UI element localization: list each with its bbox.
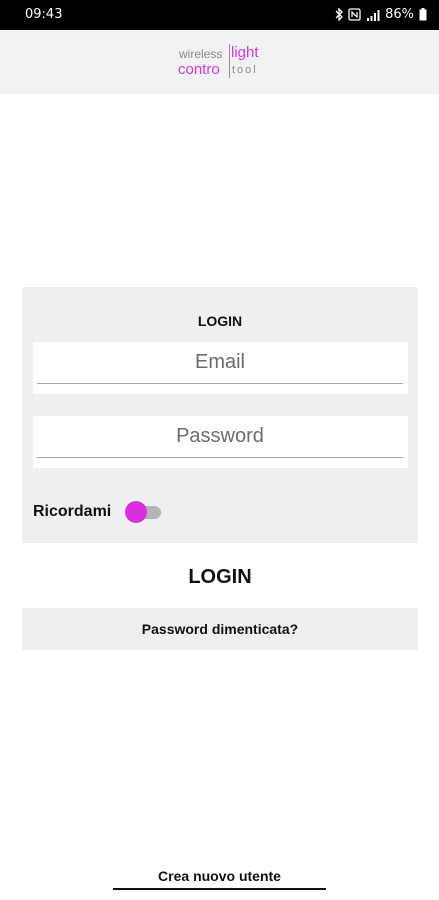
forgot-password-button[interactable]: Password dimenticata? [22,608,418,650]
logo-text-tool: tool [232,64,258,76]
battery-percent: 86% [385,7,414,22]
login-button[interactable]: LOGIN [22,560,418,594]
signal-icon [366,9,380,21]
nfc-icon [348,8,361,21]
remember-me-toggle[interactable] [125,501,161,523]
logo-text-wireless: wireless [179,47,223,61]
remember-me-label: Ricordami [33,503,112,520]
app-logo: wireless light contro tool [178,44,268,80]
password-field-container [33,416,408,468]
logo-divider [229,44,230,78]
password-input[interactable] [37,416,403,458]
login-card-title: LOGIN [197,313,243,329]
status-bar: 09:43 86% [0,0,439,30]
email-input[interactable] [37,342,403,384]
battery-icon [419,8,427,21]
create-user-link[interactable]: Crea nuovo utente [113,868,326,890]
logo-text-light: light [231,44,259,61]
email-field-container [33,342,408,394]
bluetooth-icon [335,8,344,21]
toggle-thumb [125,501,147,523]
status-time: 09:43 [25,7,63,22]
app-header: wireless light contro tool [0,30,439,94]
status-icons: 86% [335,7,427,22]
logo-text-contro: contro [178,61,220,78]
login-card: LOGIN Ricordami [22,287,418,543]
